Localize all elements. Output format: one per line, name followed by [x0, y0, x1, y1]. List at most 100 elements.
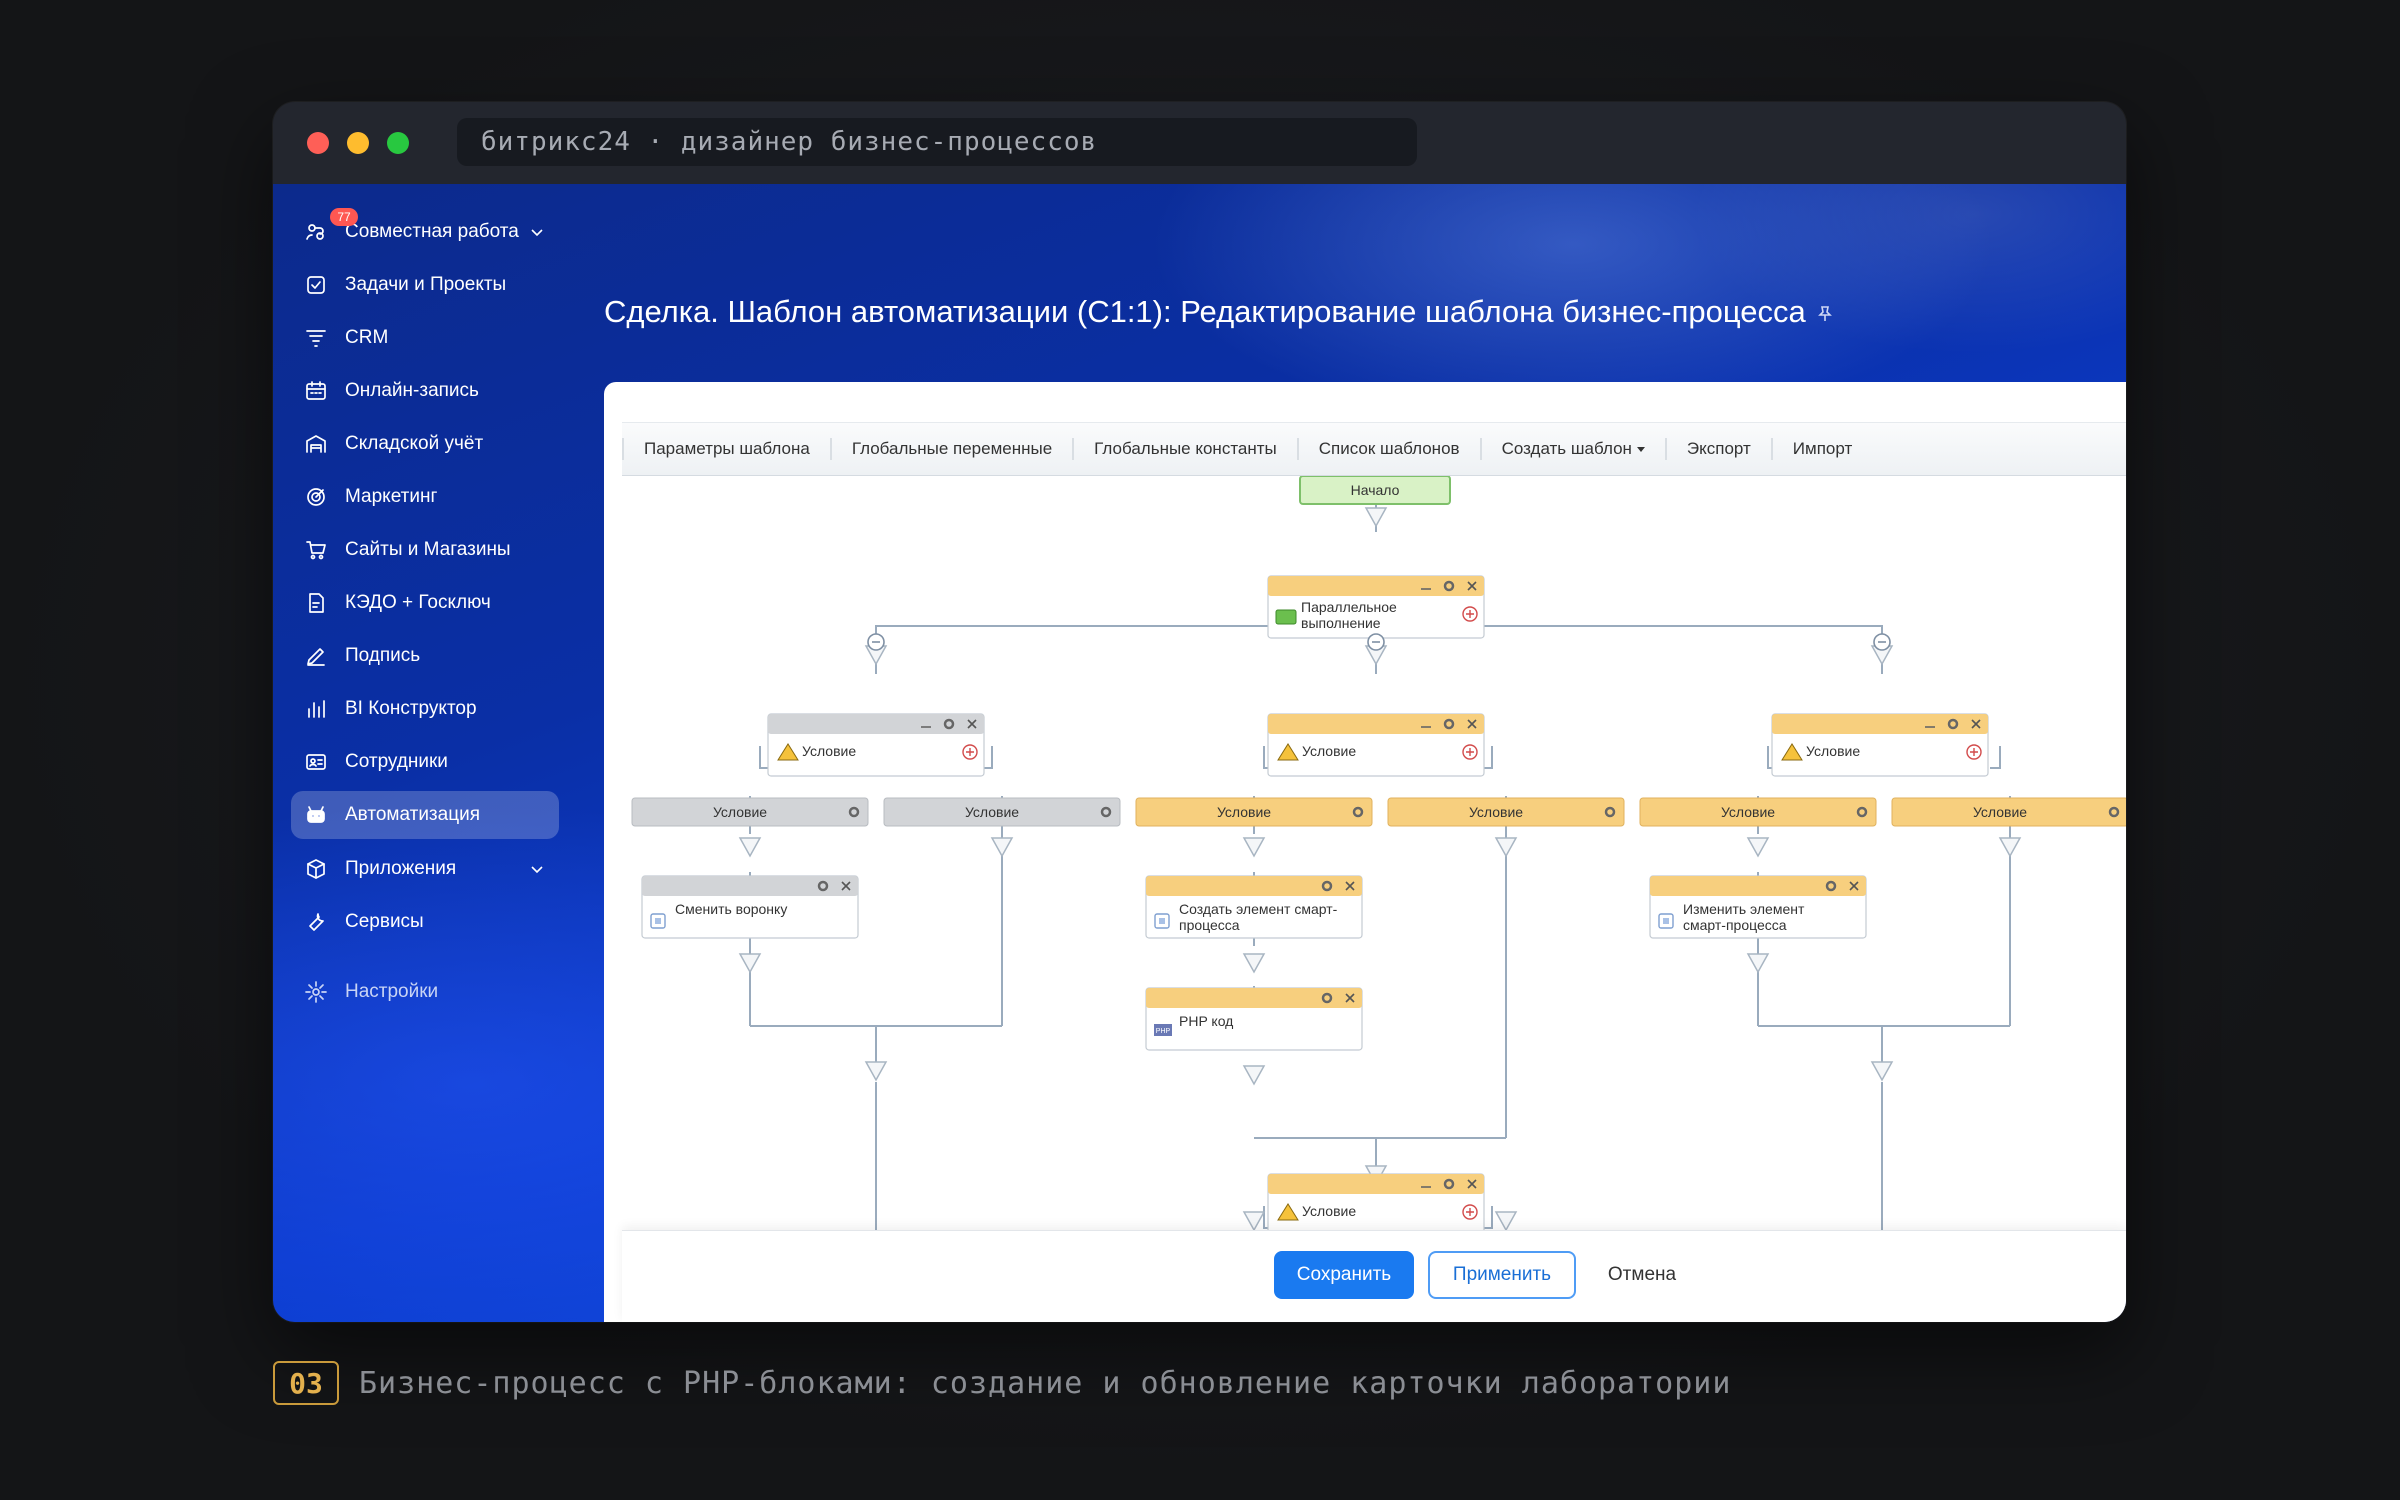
minimize-window-button[interactable]	[347, 132, 369, 154]
condition-label: Условие	[1806, 743, 1860, 759]
drop-arrow-icon[interactable]	[1746, 953, 1770, 974]
pin-icon[interactable]	[1816, 305, 1834, 323]
drop-arrow-icon[interactable]	[1242, 1065, 1266, 1086]
branch-label: Условие	[1973, 804, 2027, 820]
sidebar-item-6[interactable]: Сайты и Магазины	[291, 526, 559, 574]
condition-block-bottom[interactable]: Условие	[1267, 1173, 1485, 1230]
parallel-label: выполнение	[1301, 615, 1381, 631]
chevron-down-icon[interactable]	[529, 861, 545, 877]
branch-label: Условие	[1469, 804, 1523, 820]
sidebar-item-10[interactable]: Сотрудники	[291, 738, 559, 786]
bar-chart-icon	[303, 696, 329, 722]
app-area: Совместная работа 77 Задачи и Проекты CRM Он…	[273, 184, 2126, 1322]
sidebar-item-label: Приложения	[345, 858, 457, 879]
drop-arrow-icon[interactable]	[738, 953, 762, 974]
sidebar-item-label: Подпись	[345, 645, 421, 666]
sidebar-item-9[interactable]: BI Конструктор	[291, 685, 559, 733]
parallel-label: Параллельное	[1301, 599, 1397, 615]
designer-panel: Параметры шаблона Глобальные переменные Гл…	[604, 382, 2126, 1322]
toolbar-item-label: Создать шаблон	[1501, 439, 1632, 458]
close-window-button[interactable]	[307, 132, 329, 154]
cancel-button[interactable]: Отмена	[1582, 1251, 1702, 1299]
sidebar-item-14[interactable]: Настройки	[291, 968, 559, 1016]
drop-arrow-icon[interactable]	[1242, 953, 1266, 974]
maximize-window-button[interactable]	[387, 132, 409, 154]
cart-icon	[303, 537, 329, 563]
footer-bar: Сохранить Применить Отмена	[622, 1230, 2126, 1322]
branch-bar-middle-1[interactable]: Условие	[1135, 797, 1373, 827]
branch-bar-middle-2[interactable]: Условие	[1387, 797, 1625, 827]
notification-badge: 77	[330, 208, 358, 226]
drop-arrow-icon[interactable]	[1494, 1211, 1518, 1230]
sidebar-item-5[interactable]: Маркетинг	[291, 473, 559, 521]
toolbar-item-label: Экспорт	[1686, 439, 1751, 458]
drop-arrow-icon[interactable]	[990, 837, 1014, 858]
drop-arrow-icon[interactable]	[1494, 837, 1518, 858]
sidebar-item-13[interactable]: Сервисы	[291, 898, 559, 946]
branch-bar-right-1[interactable]: Условие	[1639, 797, 1877, 827]
sidebar-item-12[interactable]: Приложения	[291, 845, 559, 893]
activity-php-code[interactable]: PHP PHP код	[1145, 987, 1363, 1051]
toolbar-item-label: Параметры шаблона	[644, 439, 810, 458]
php-icon-text: PHP	[1156, 1028, 1171, 1035]
save-button[interactable]: Сохранить	[1274, 1251, 1414, 1299]
sidebar-item-11[interactable]: Автоматизация	[291, 791, 559, 839]
drop-arrow-icon[interactable]	[1746, 837, 1770, 858]
activity-label: смарт-процесса	[1683, 917, 1787, 933]
gear-icon	[303, 979, 329, 1005]
toolbar-item-6[interactable]: Импорт	[1770, 438, 1872, 460]
sidebar-item-8[interactable]: Подпись	[291, 632, 559, 680]
connector-line	[875, 625, 1280, 674]
branch-bar-left-1[interactable]: Условие	[631, 797, 869, 827]
condition-block-right[interactable]: Условие	[1771, 713, 1989, 777]
toolbar-item-3[interactable]: Список шаблонов	[1296, 438, 1480, 460]
toolbar-item-label: Глобальные константы	[1094, 439, 1277, 458]
condition-block-middle[interactable]: Условие	[1267, 713, 1485, 777]
toolbar-item-2[interactable]: Глобальные константы	[1072, 438, 1297, 460]
sidebar-item-label: Онлайн-запись	[345, 380, 479, 401]
parallel-icon	[1275, 609, 1297, 625]
drop-arrow-icon[interactable]	[738, 837, 762, 858]
sidebar-item-label: Сайты и Магазины	[345, 539, 511, 560]
sidebar-item-2[interactable]: CRM	[291, 314, 559, 362]
sidebar-item-4[interactable]: Складской учёт	[291, 420, 559, 468]
start-node[interactable]: Начало	[1299, 476, 1451, 505]
connector-line	[1990, 746, 2001, 769]
designer-toolbar: Параметры шаблона Глобальные переменные Гл…	[622, 422, 2126, 476]
condition-block-left[interactable]: Условие	[767, 713, 985, 777]
activity-update-element[interactable]: Изменить элементсмарт-процесса	[1649, 875, 1867, 939]
sidebar-item-1[interactable]: Задачи и Проекты	[291, 261, 559, 309]
drop-arrow-icon[interactable]	[864, 1061, 888, 1082]
branch-bar-right-2[interactable]: Условие	[1891, 797, 2126, 827]
apply-button[interactable]: Применить	[1428, 1251, 1576, 1299]
toolbar-item-label: Глобальные переменные	[851, 439, 1053, 458]
toolbar-item-4[interactable]: Создать шаблон	[1479, 438, 1665, 460]
address-bar[interactable]: битрикс24 · дизайнер бизнес-процессов	[457, 118, 1417, 166]
drop-arrow-icon[interactable]	[1364, 507, 1388, 528]
branch-bar-left-2[interactable]: Условие	[883, 797, 1121, 827]
sidebar-item-label: Сотрудники	[345, 751, 448, 772]
sidebar-item-7[interactable]: КЭДО + Госключ	[291, 579, 559, 627]
drop-arrow-icon[interactable]	[1870, 1061, 1894, 1082]
activity-label: процесса	[1179, 917, 1240, 933]
drop-arrow-icon[interactable]	[1242, 837, 1266, 858]
toolbar-item-1[interactable]: Глобальные переменные	[829, 438, 1072, 460]
id-card-icon	[303, 749, 329, 775]
drop-arrow-icon[interactable]	[1998, 837, 2022, 858]
sidebar-item-3[interactable]: Онлайн-запись	[291, 367, 559, 415]
sidebar-item-label: Совместная работа	[345, 221, 519, 242]
drop-arrow-icon[interactable]	[1242, 1211, 1266, 1230]
sidebar-item-0[interactable]: Совместная работа 77	[291, 208, 559, 256]
chevron-down-icon[interactable]	[529, 224, 545, 240]
activity-create-element[interactable]: Создать элемент смарт-процесса	[1145, 875, 1363, 939]
sidebar-item-label: Маркетинг	[345, 486, 438, 507]
sidebar-item-label: Настройки	[345, 981, 439, 1002]
workflow-canvas[interactable]: Начало Параллельное выполнение Условие Услов…	[622, 476, 2126, 1230]
sidebar-item-label: Складской учёт	[345, 433, 484, 454]
calendar-icon	[303, 378, 329, 404]
branch-label: Условие	[713, 804, 767, 820]
parallel-execution-block[interactable]: Параллельноевыполнение	[1267, 575, 1485, 639]
toolbar-item-5[interactable]: Экспорт	[1664, 438, 1771, 460]
toolbar-item-0[interactable]: Параметры шаблона	[622, 438, 830, 460]
activity-change-funnel[interactable]: Сменить воронку	[641, 875, 859, 939]
